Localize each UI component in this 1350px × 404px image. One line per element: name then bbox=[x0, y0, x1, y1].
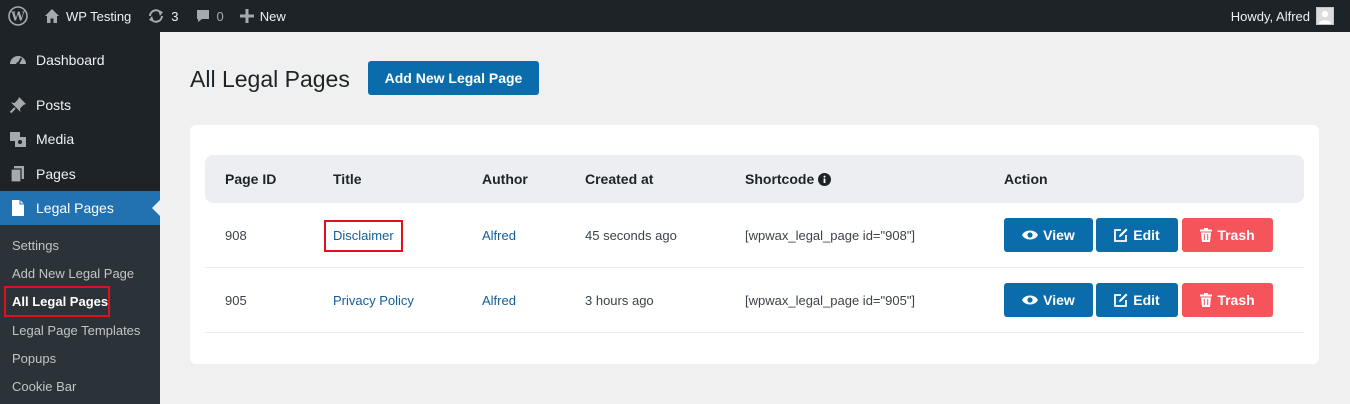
home-icon bbox=[44, 8, 60, 24]
title-link[interactable]: Privacy Policy bbox=[333, 293, 414, 308]
column-header-created-at: Created at bbox=[585, 171, 654, 187]
highlight-box-all-legal-pages bbox=[4, 286, 110, 317]
table-header: Page ID Title Author Created at Shortcod… bbox=[205, 155, 1304, 203]
updates-icon bbox=[147, 8, 165, 24]
trash-label: Trash bbox=[1217, 292, 1255, 308]
edit-label: Edit bbox=[1133, 292, 1160, 308]
view-label: View bbox=[1043, 227, 1075, 243]
updates-count: 3 bbox=[171, 8, 179, 24]
column-header-shortcode: Shortcode bbox=[745, 155, 832, 203]
plus-icon bbox=[239, 9, 254, 23]
pages-icon bbox=[0, 157, 36, 191]
my-account-menu[interactable]: Howdy, Alfred bbox=[1223, 0, 1342, 32]
cell-author: Alfred bbox=[482, 203, 516, 268]
updates-link[interactable]: 3 bbox=[139, 0, 186, 32]
legal-page-icon bbox=[0, 191, 36, 225]
sidebar-item-dashboard[interactable]: Dashboard bbox=[0, 43, 160, 77]
eye-icon bbox=[1022, 229, 1039, 241]
comment-icon bbox=[195, 8, 211, 24]
view-button[interactable]: View bbox=[1004, 283, 1093, 317]
site-name-link[interactable]: WP Testing bbox=[36, 0, 139, 32]
new-label: New bbox=[259, 8, 286, 24]
column-header-page-id: Page ID bbox=[225, 171, 277, 187]
view-button[interactable]: View bbox=[1004, 218, 1093, 252]
comments-count: 0 bbox=[216, 8, 224, 24]
page-title: All Legal Pages bbox=[190, 66, 350, 92]
edit-icon bbox=[1114, 293, 1128, 307]
pushpin-icon bbox=[0, 88, 36, 122]
admin-bar: W WP Testing 3 0 New Howdy, Alfred bbox=[0, 0, 1350, 32]
submenu-item-add-new-legal-page[interactable]: Add New Legal Page bbox=[12, 265, 134, 283]
trash-icon bbox=[1200, 228, 1213, 242]
cell-shortcode[interactable]: [wpwax_legal_page id="908"] bbox=[745, 203, 915, 268]
cell-title: Privacy Policy bbox=[333, 268, 414, 333]
author-link[interactable]: Alfred bbox=[482, 293, 516, 308]
column-header-action: Action bbox=[1004, 171, 1048, 187]
column-header-author: Author bbox=[482, 171, 528, 187]
cell-shortcode[interactable]: [wpwax_legal_page id="905"] bbox=[745, 268, 915, 333]
sidebar-item-media[interactable]: Media bbox=[0, 122, 160, 156]
edit-icon bbox=[1114, 228, 1128, 242]
sidebar-item-legal-pages[interactable]: Legal Pages bbox=[0, 191, 160, 225]
sidebar-item-label: Pages bbox=[36, 166, 76, 182]
column-header-title: Title bbox=[333, 171, 362, 187]
cell-page-id: 905 bbox=[225, 293, 247, 308]
sidebar-item-label: Legal Pages bbox=[36, 200, 114, 216]
media-icon bbox=[0, 122, 36, 156]
wordpress-logo-icon: W bbox=[8, 6, 28, 26]
cell-created-at: 45 seconds ago bbox=[585, 228, 677, 243]
eye-icon bbox=[1022, 294, 1039, 306]
wordpress-logo-button[interactable]: W bbox=[0, 0, 36, 32]
trash-button[interactable]: Trash bbox=[1182, 283, 1273, 317]
sidebar-item-label: Posts bbox=[36, 97, 72, 113]
comments-link[interactable]: 0 bbox=[187, 0, 232, 32]
trash-label: Trash bbox=[1217, 227, 1255, 243]
svg-text:W: W bbox=[10, 10, 25, 24]
view-label: View bbox=[1043, 292, 1075, 308]
sidebar-item-label: Media bbox=[36, 131, 75, 147]
admin-sidebar: Dashboard Posts Media Pages Legal Pages … bbox=[0, 32, 160, 404]
sidebar-item-pages[interactable]: Pages bbox=[0, 157, 160, 191]
trash-button[interactable]: Trash bbox=[1182, 218, 1273, 252]
submenu-item-cookie-bar[interactable]: Cookie Bar bbox=[12, 378, 76, 396]
edit-button[interactable]: Edit bbox=[1096, 283, 1178, 317]
edit-label: Edit bbox=[1133, 227, 1160, 243]
greeting: Howdy, Alfred bbox=[1230, 8, 1310, 24]
submenu-item-legal-page-templates[interactable]: Legal Page Templates bbox=[12, 322, 140, 340]
avatar bbox=[1316, 7, 1334, 25]
table-row: 905 Privacy Policy Alfred 3 hours ago [w… bbox=[205, 268, 1304, 333]
submenu-item-settings[interactable]: Settings bbox=[12, 237, 59, 255]
new-content-link[interactable]: New bbox=[232, 0, 294, 32]
add-new-legal-page-button[interactable]: Add New Legal Page bbox=[368, 61, 539, 95]
site-name: WP Testing bbox=[66, 8, 132, 24]
cell-created-at: 3 hours ago bbox=[585, 293, 654, 308]
cell-author: Alfred bbox=[482, 268, 516, 333]
column-header-shortcode-label: Shortcode bbox=[745, 171, 815, 187]
edit-button[interactable]: Edit bbox=[1096, 218, 1178, 252]
info-icon[interactable] bbox=[818, 172, 832, 186]
cell-page-id: 908 bbox=[225, 228, 247, 243]
author-link[interactable]: Alfred bbox=[482, 228, 516, 243]
submenu-item-popups[interactable]: Popups bbox=[12, 350, 56, 368]
sidebar-item-posts[interactable]: Posts bbox=[0, 88, 160, 122]
dashboard-icon bbox=[0, 43, 36, 77]
trash-icon bbox=[1200, 293, 1213, 307]
sidebar-item-label: Dashboard bbox=[36, 52, 105, 68]
highlight-box-disclaimer bbox=[324, 220, 403, 252]
